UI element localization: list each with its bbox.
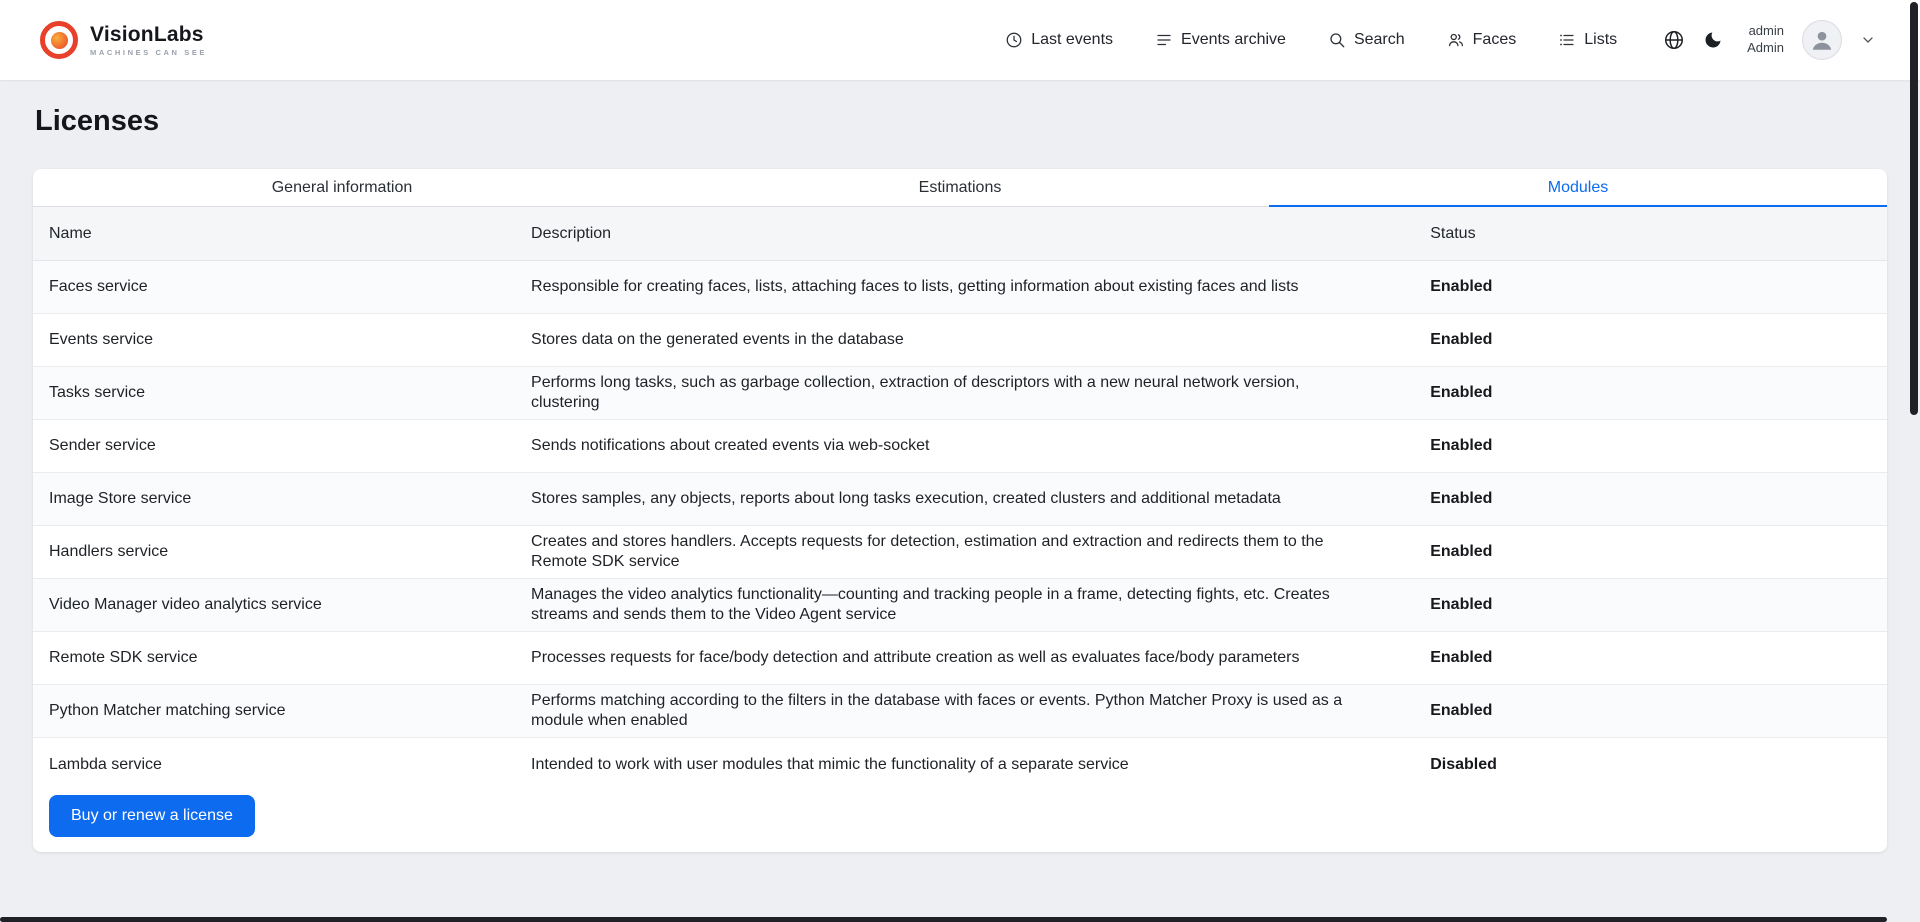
lists-icon (1558, 31, 1576, 49)
clock-icon (1005, 31, 1023, 49)
service-status: Enabled (1414, 383, 1887, 403)
licenses-page: Licenses General information Estimations… (0, 104, 1920, 852)
service-description: Sends notifications about created events… (515, 436, 1414, 456)
service-name: Tasks service (33, 383, 515, 403)
archive-list-icon (1155, 31, 1173, 49)
service-description: Stores samples, any objects, reports abo… (515, 489, 1414, 509)
service-name: Faces service (33, 277, 515, 297)
vertical-scrollbar[interactable] (1910, 2, 1918, 415)
table-row: Lambda service Intended to work with use… (33, 738, 1887, 791)
service-name: Handlers service (33, 542, 515, 562)
table-row: Video Manager video analytics service Ma… (33, 579, 1887, 632)
table-row: Remote SDK service Processes requests fo… (33, 632, 1887, 685)
chevron-down-icon[interactable] (1860, 32, 1876, 48)
logo-center-dot (51, 32, 68, 49)
column-header-name: Name (33, 225, 515, 243)
service-status: Enabled (1414, 277, 1887, 297)
service-status: Enabled (1414, 595, 1887, 615)
nav-last-events[interactable]: Last events (1005, 31, 1113, 49)
table-row: Image Store service Stores samples, any … (33, 473, 1887, 526)
service-name: Sender service (33, 436, 515, 456)
tab-estimations[interactable]: Estimations (651, 169, 1269, 206)
table-row: Handlers service Creates and stores hand… (33, 526, 1887, 579)
brand-tagline: MACHINES CAN SEE (90, 49, 207, 57)
table-row: Faces service Responsible for creating f… (33, 261, 1887, 314)
service-description: Intended to work with user modules that … (515, 755, 1414, 775)
nav-label: Last events (1031, 31, 1113, 49)
service-description: Manages the video analytics functionalit… (515, 585, 1414, 625)
column-header-status: Status (1414, 225, 1887, 243)
table-row: Events service Stores data on the genera… (33, 314, 1887, 367)
table-body: Faces service Responsible for creating f… (33, 261, 1887, 791)
language-globe-icon[interactable] (1663, 29, 1685, 51)
table-row: Sender service Sends notifications about… (33, 420, 1887, 473)
app-header: VisionLabs MACHINES CAN SEE Last events … (0, 0, 1920, 80)
service-description: Performs matching according to the filte… (515, 691, 1414, 731)
user-role: Admin (1747, 40, 1784, 57)
nav-label: Events archive (1181, 31, 1286, 49)
brand-text: VisionLabs MACHINES CAN SEE (90, 23, 207, 57)
table-header: Name Description Status (33, 207, 1887, 261)
tab-modules[interactable]: Modules (1269, 169, 1887, 206)
buy-license-button[interactable]: Buy or renew a license (49, 795, 255, 837)
service-status: Enabled (1414, 330, 1887, 350)
column-header-description: Description (515, 225, 1414, 243)
service-name: Python Matcher matching service (33, 701, 515, 721)
nav-faces[interactable]: Faces (1447, 31, 1517, 49)
service-description: Responsible for creating faces, lists, a… (515, 277, 1414, 297)
service-name: Lambda service (33, 755, 515, 775)
card-footer: Buy or renew a license (33, 791, 1887, 852)
visionlabs-logo-icon (40, 21, 78, 59)
faces-icon (1447, 31, 1465, 49)
service-description: Creates and stores handlers. Accepts req… (515, 532, 1414, 572)
nav-label: Search (1354, 31, 1405, 49)
service-name: Events service (33, 330, 515, 350)
nav-events-archive[interactable]: Events archive (1155, 31, 1286, 49)
service-name: Video Manager video analytics service (33, 595, 515, 615)
service-status: Enabled (1414, 542, 1887, 562)
nav-search[interactable]: Search (1328, 31, 1405, 49)
brand: VisionLabs MACHINES CAN SEE (40, 21, 207, 59)
service-status: Enabled (1414, 489, 1887, 509)
tab-general-information[interactable]: General information (33, 169, 651, 206)
service-status: Enabled (1414, 648, 1887, 668)
user-info: admin Admin (1747, 23, 1784, 57)
nav-label: Faces (1473, 31, 1517, 49)
table-row: Python Matcher matching service Performs… (33, 685, 1887, 738)
service-name: Remote SDK service (33, 648, 515, 668)
brand-name: VisionLabs (90, 23, 207, 46)
horizontal-scrollbar[interactable] (0, 917, 1887, 922)
avatar[interactable] (1802, 20, 1842, 60)
page-title: Licenses (35, 104, 1887, 138)
service-status: Enabled (1414, 436, 1887, 456)
service-status: Enabled (1414, 701, 1887, 721)
service-status: Disabled (1414, 755, 1887, 775)
service-description: Performs long tasks, such as garbage col… (515, 373, 1414, 413)
table-row: Tasks service Performs long tasks, such … (33, 367, 1887, 420)
tabs: General information Estimations Modules (33, 169, 1887, 207)
service-description: Stores data on the generated events in t… (515, 330, 1414, 350)
dark-mode-moon-icon[interactable] (1703, 30, 1723, 50)
nav-label: Lists (1584, 31, 1617, 49)
search-icon (1328, 31, 1346, 49)
user-name: admin (1747, 23, 1784, 40)
nav-lists[interactable]: Lists (1558, 31, 1617, 49)
service-name: Image Store service (33, 489, 515, 509)
licenses-card: General information Estimations Modules … (33, 169, 1887, 852)
header-right: admin Admin (1663, 20, 1876, 60)
main-nav: Last events Events archive Search Faces … (1005, 31, 1617, 49)
service-description: Processes requests for face/body detecti… (515, 648, 1414, 668)
